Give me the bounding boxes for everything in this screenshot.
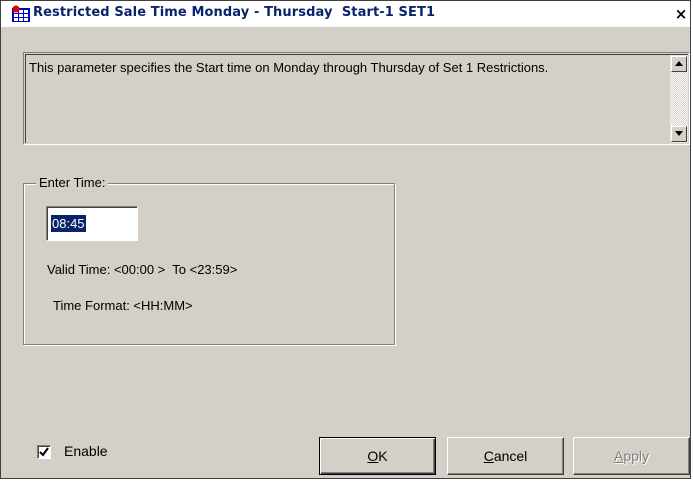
app-grid-icon [11,5,31,23]
scroll-down-button[interactable] [671,126,687,142]
ok-label: K [378,448,388,464]
enable-label[interactable]: Enable [64,443,108,459]
description-text: This parameter specifies the Start time … [29,60,549,75]
description-frame: This parameter specifies the Start time … [25,54,688,143]
enter-time-group: Enter Time: 08:45 Valid Time: <00:00 > T… [23,175,395,345]
ok-mnemonic: O [367,448,379,464]
close-button[interactable]: × [673,5,689,23]
time-input-value: 08:45 [51,215,86,232]
apply-mnemonic: A [613,448,624,464]
cancel-button[interactable]: Cancel [447,437,564,475]
dialog-window: Restricted Sale Time Monday - Thursday S… [0,0,691,479]
cancel-label: ancel [493,448,528,464]
ok-button[interactable]: OK [319,437,436,475]
checkmark-icon [39,447,49,457]
valid-time-text: Valid Time: <00:00 > To <23:59> [47,262,238,277]
description-box[interactable]: This parameter specifies the Start time … [23,52,690,145]
description-scrollbar[interactable] [670,55,688,143]
enable-checkbox[interactable] [37,445,51,459]
arrow-down-icon [675,131,683,136]
cancel-mnemonic: C [483,448,494,464]
arrow-up-icon [675,61,683,66]
scroll-up-button[interactable] [671,56,687,72]
window-title: Restricted Sale Time Monday - Thursday S… [33,5,436,20]
apply-label: pply [623,448,650,464]
title-bar[interactable]: Restricted Sale Time Monday - Thursday S… [1,1,690,27]
group-label: Enter Time: [36,175,109,191]
time-format-text: Time Format: <HH:MM> [53,298,193,313]
apply-button[interactable]: Apply [573,437,690,475]
time-input[interactable]: 08:45 [46,206,138,241]
